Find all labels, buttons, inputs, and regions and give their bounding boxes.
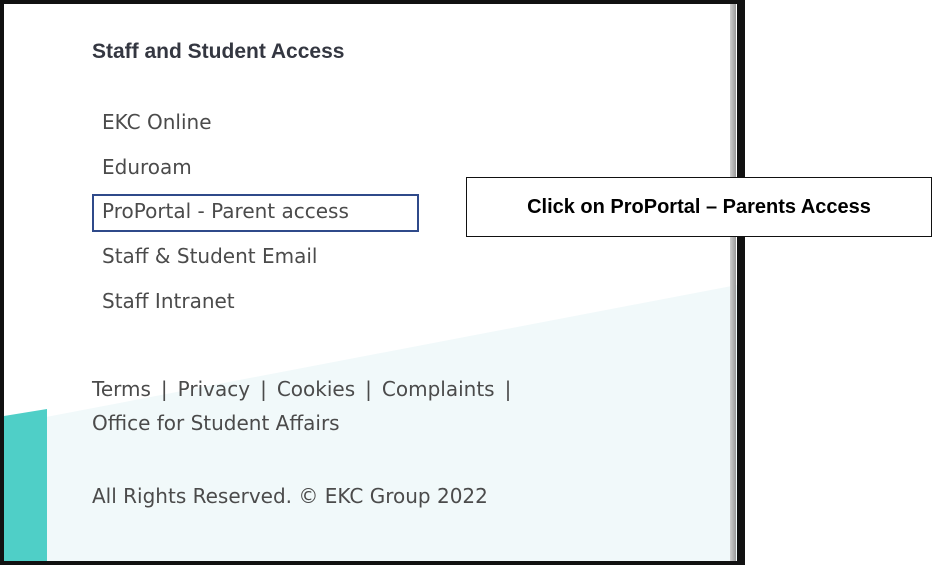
footer-separator: | <box>260 377 267 401</box>
footer-separator: | <box>160 377 168 401</box>
footer-link-office-student-affairs[interactable]: Office for Student Affairs <box>92 406 340 440</box>
copyright-text: All Rights Reserved. © EKC Group 2022 <box>92 484 488 508</box>
instruction-callout: Click on ProPortal – Parents Access <box>466 177 932 237</box>
footer-separator: | <box>504 377 512 401</box>
callout-text: Click on ProPortal – Parents Access <box>527 195 871 218</box>
window-edge-shadow <box>730 4 736 561</box>
link-eduroam[interactable]: Eduroam <box>102 153 349 198</box>
footer-separator: | <box>365 377 372 401</box>
link-ekc-online[interactable]: EKC Online <box>102 108 349 153</box>
footer-link-complaints[interactable]: Complaints <box>382 377 495 401</box>
footer-link-cookies[interactable]: Cookies <box>277 377 355 401</box>
footer-link-terms[interactable]: Terms <box>92 377 151 401</box>
link-staff-intranet[interactable]: Staff Intranet <box>102 287 349 332</box>
section-title: Staff and Student Access <box>92 40 345 63</box>
teal-accent-bar <box>4 409 47 561</box>
screenshot-frame: Staff and Student Access EKC Online Edur… <box>0 0 745 565</box>
link-staff-student-email[interactable]: Staff & Student Email <box>102 242 349 287</box>
link-proportal-parent-access[interactable]: ProPortal - Parent access <box>102 197 349 242</box>
access-link-list: EKC Online Eduroam ProPortal - Parent ac… <box>102 108 349 331</box>
footer-link-privacy[interactable]: Privacy <box>178 377 250 401</box>
footer-links: Terms | Privacy | Cookies | Complaints | <box>92 372 521 406</box>
